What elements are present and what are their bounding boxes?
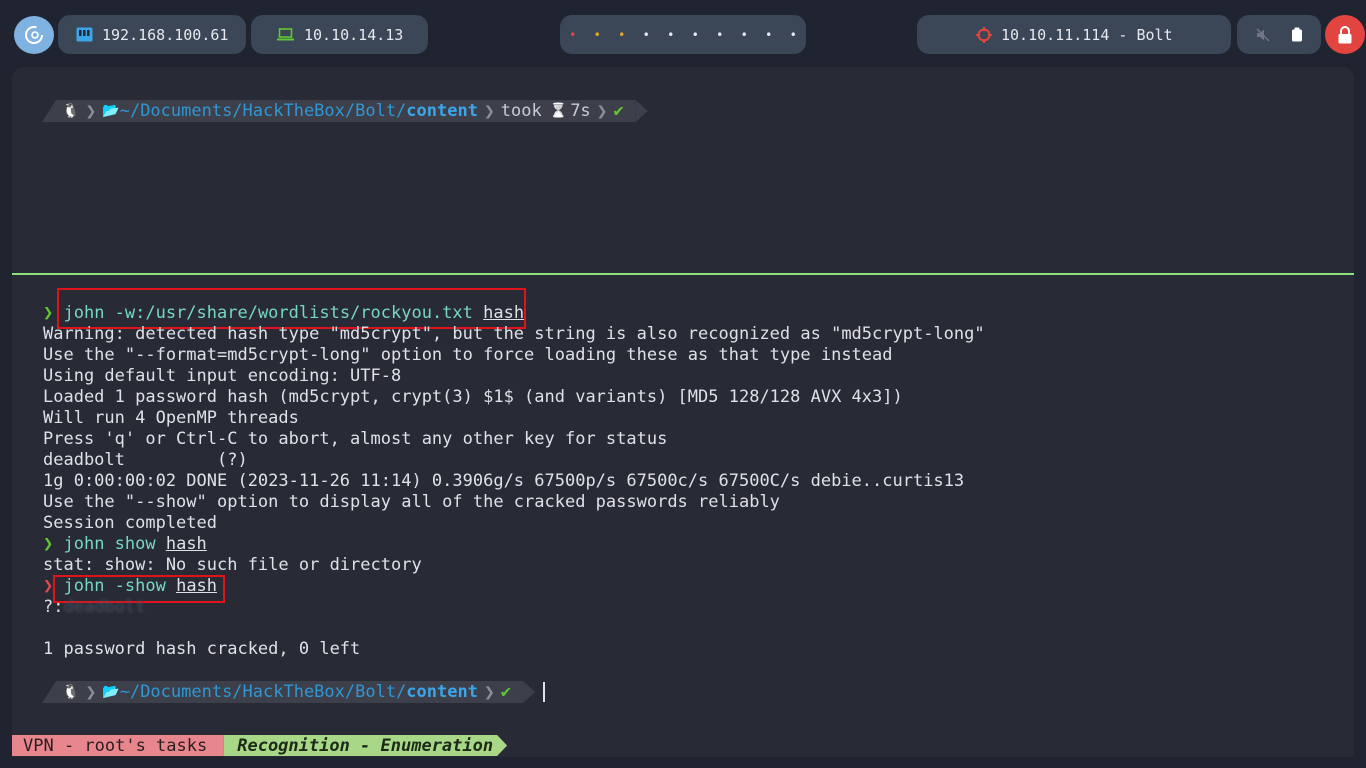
debian-swirl-icon bbox=[25, 26, 43, 44]
workspace-dot-7[interactable]: • bbox=[708, 29, 733, 41]
network-icon bbox=[76, 27, 93, 42]
took-value: 7s bbox=[570, 101, 591, 121]
local-ip-pill[interactable]: 192.168.100.61 bbox=[58, 15, 246, 54]
vpn-ip-text: 10.10.14.13 bbox=[304, 25, 404, 44]
highlight-box-command-1 bbox=[57, 288, 526, 329]
workspace-dot-8[interactable]: • bbox=[732, 29, 757, 41]
volume-muted-icon[interactable] bbox=[1256, 28, 1270, 42]
output-line: Use the "--format=md5crypt-long" option … bbox=[43, 345, 893, 365]
command-2-output: stat: show: No such file or directory bbox=[43, 555, 422, 575]
tmux-status-bar: VPN - root's tasks Recognition - Enumera… bbox=[12, 735, 507, 756]
pane-divider bbox=[12, 273, 1354, 275]
output-line: Warning: detected hash type "md5crypt", … bbox=[43, 324, 985, 344]
show-output: ?:deadbolt bbox=[43, 597, 145, 618]
separator-chevron-icon: ❯ bbox=[596, 100, 608, 122]
workspace-dot-9[interactable]: • bbox=[757, 29, 782, 41]
debian-logo-button[interactable] bbox=[14, 16, 54, 54]
top-bar: 192.168.100.61 10.10.14.13 • • • • • • • • • • 10… bbox=[0, 0, 1366, 68]
separator-chevron-icon: ❯ bbox=[85, 681, 97, 703]
laptop-icon bbox=[277, 28, 294, 41]
workspace-dot-3[interactable]: • bbox=[610, 29, 635, 41]
blurred-password: deadbolt bbox=[63, 597, 146, 617]
path-current: content bbox=[406, 682, 478, 702]
output-line: Session completed bbox=[43, 513, 217, 533]
prompt-line-1: 🐧 ❯ 📂 ~/Documents/HackTheBox/Bolt/conten… bbox=[42, 100, 648, 122]
path-prefix: ~/Documents/HackTheBox/Bolt/ bbox=[119, 682, 407, 702]
workspace-dot-5[interactable]: • bbox=[659, 29, 684, 41]
lock-icon bbox=[1338, 25, 1352, 43]
took-label: took bbox=[500, 101, 542, 121]
path-current: content bbox=[406, 101, 478, 121]
vpn-ip-pill[interactable]: 10.10.14.13 bbox=[251, 15, 428, 54]
text-cursor bbox=[543, 682, 545, 702]
terminal-window[interactable]: 🐧 ❯ 📂 ~/Documents/HackTheBox/Bolt/conten… bbox=[12, 67, 1354, 757]
target-crosshair-icon bbox=[976, 26, 992, 43]
output-line: Using default input encoding: UTF-8 bbox=[43, 366, 402, 386]
output-line: Press 'q' or Ctrl-C to abort, almost any… bbox=[43, 429, 668, 449]
output-line: deadbolt (?) bbox=[43, 450, 248, 470]
status-window-tab[interactable]: Recognition - Enumeration bbox=[223, 735, 507, 756]
lock-button[interactable] bbox=[1325, 15, 1365, 54]
hourglass-icon: ⌛ bbox=[549, 103, 568, 119]
separator-chevron-icon: ❯ bbox=[483, 100, 495, 122]
prompt-line-2: 🐧 ❯ 📂 ~/Documents/HackTheBox/Bolt/conten… bbox=[42, 681, 536, 703]
workspace-dot-4[interactable]: • bbox=[634, 29, 659, 41]
tray-pill bbox=[1237, 15, 1321, 54]
status-session-tab[interactable]: VPN - root's tasks bbox=[12, 735, 224, 756]
command-john-show: john show bbox=[63, 534, 166, 554]
path-prefix: ~/Documents/HackTheBox/Bolt/ bbox=[119, 101, 407, 121]
success-check-icon: ✔ bbox=[613, 101, 624, 121]
separator-chevron-icon: ❯ bbox=[483, 681, 495, 703]
output-line: Will run 4 OpenMP threads bbox=[43, 408, 299, 428]
linux-tux-icon: 🐧 bbox=[62, 103, 80, 119]
local-ip-text: 192.168.100.61 bbox=[102, 25, 229, 44]
success-check-icon: ✔ bbox=[500, 682, 512, 702]
workspaces-pill[interactable]: • • • • • • • • • • bbox=[560, 15, 806, 54]
show-prefix: ?: bbox=[43, 597, 64, 617]
target-pill[interactable]: 10.10.11.114 - Bolt bbox=[917, 15, 1231, 54]
command-line-2: ❯ john show hash bbox=[43, 534, 207, 555]
linux-tux-icon: 🐧 bbox=[62, 684, 80, 700]
command-arg-hash: hash bbox=[165, 534, 207, 554]
separator-chevron-icon: ❯ bbox=[85, 100, 97, 122]
output-line: 1g 0:00:00:02 DONE (2023-11-26 11:14) 0.… bbox=[43, 471, 965, 491]
workspace-dot-6[interactable]: • bbox=[683, 29, 708, 41]
output-line: Use the "--show" option to display all o… bbox=[43, 492, 780, 512]
crack-summary: 1 password hash cracked, 0 left bbox=[43, 639, 361, 659]
clipboard-icon[interactable] bbox=[1291, 27, 1303, 42]
target-text: 10.10.11.114 - Bolt bbox=[1001, 25, 1173, 44]
folder-icon: 📂 bbox=[102, 103, 120, 119]
folder-icon: 📂 bbox=[102, 684, 120, 700]
output-line: Loaded 1 password hash (md5crypt, crypt(… bbox=[43, 387, 903, 407]
workspace-dot-1[interactable]: • bbox=[561, 29, 586, 41]
workspace-dot-2[interactable]: • bbox=[585, 29, 610, 41]
workspace-dot-10[interactable]: • bbox=[781, 29, 806, 41]
prompt-arrow-icon: ❯ bbox=[43, 534, 64, 554]
